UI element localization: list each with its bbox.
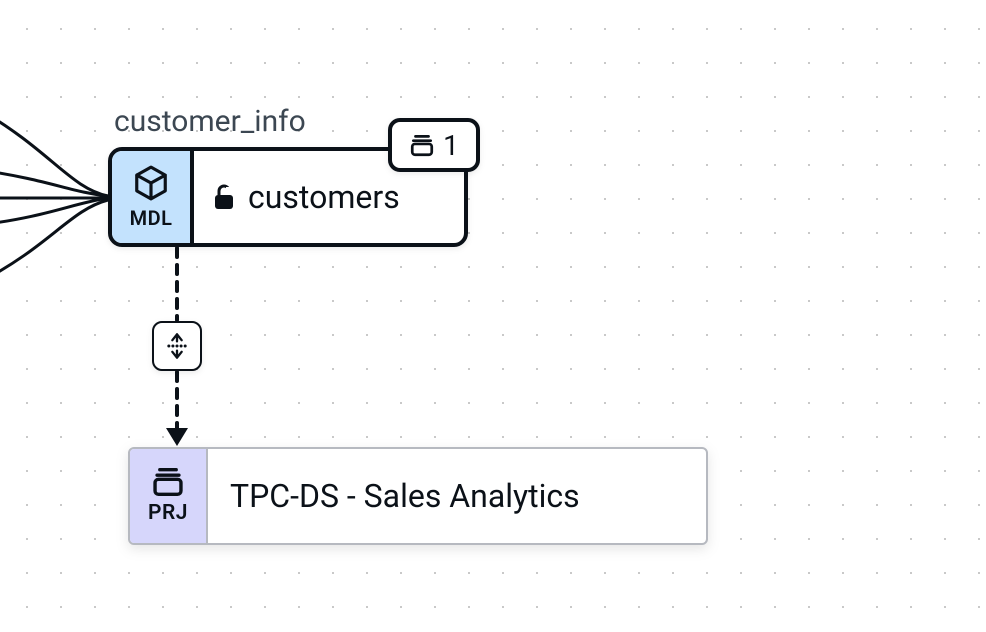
model-group-label: customer_info — [114, 104, 306, 139]
project-type-label: PRJ — [148, 501, 188, 525]
expand-vertical-icon — [163, 332, 191, 360]
model-count-badge[interactable]: 1 — [388, 118, 480, 172]
model-type-label: MDL — [130, 206, 173, 230]
model-name: customers — [248, 178, 400, 216]
lock-open-icon — [212, 183, 236, 211]
stack-icon — [151, 467, 185, 497]
model-type-slot: MDL — [112, 151, 194, 243]
project-type-slot: PRJ — [130, 449, 208, 543]
project-node[interactable]: PRJ TPC-DS - Sales Analytics — [128, 447, 708, 545]
stack-icon — [409, 132, 435, 158]
cube-icon — [132, 164, 170, 202]
model-count: 1 — [443, 129, 459, 162]
project-title: TPC-DS - Sales Analytics — [208, 449, 706, 543]
expand-edge-button[interactable] — [152, 321, 202, 371]
